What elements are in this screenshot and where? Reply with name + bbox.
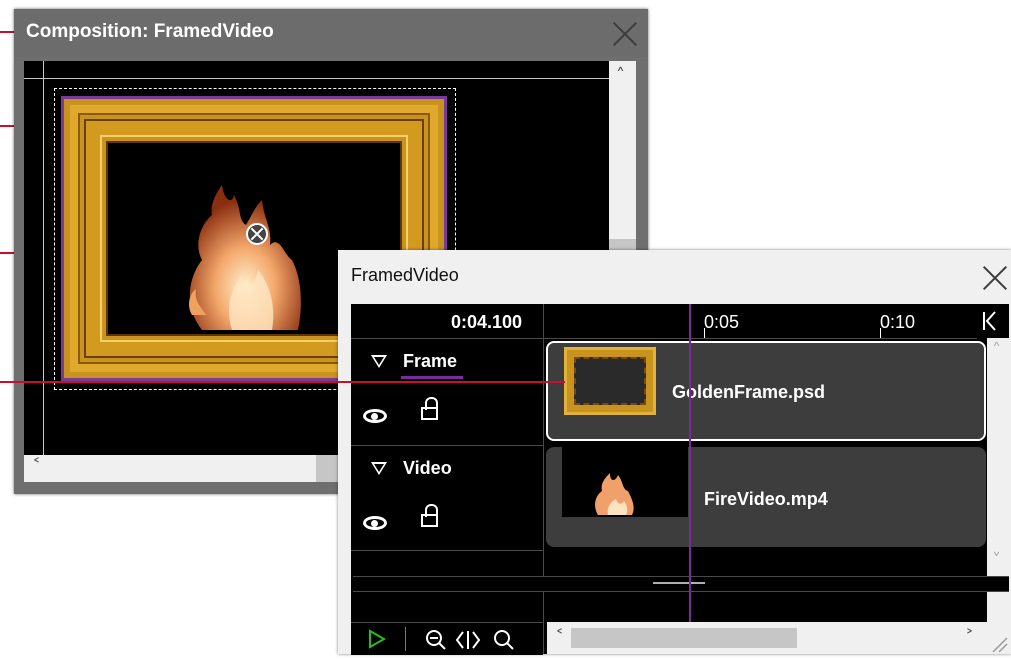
tracks-vertical-scrollbar[interactable]: ˄ ˅ [987,338,1009,578]
close-icon[interactable] [982,265,1008,291]
scroll-up-arrow-icon[interactable]: ˄ [616,67,625,85]
zoom-out-icon[interactable] [425,629,447,651]
fire-thumbnail [595,473,634,515]
go-to-start-button[interactable] [979,308,1005,334]
lock-icon[interactable] [421,504,438,527]
resize-grip[interactable] [987,622,1009,654]
bottom-toolbar [351,622,543,655]
scroll-right-arrow-icon[interactable]: ˃ [965,629,974,647]
timeline-window: FramedVideo 0:04.100 0:05 0:10 Frame Vid… [338,250,1011,655]
clip-goldenframe[interactable]: GoldenFrame.psd [546,341,986,441]
clip-thumbnail-frame [564,347,656,415]
scroll-left-arrow-icon[interactable]: ˂ [555,629,564,647]
layer-name-frame[interactable]: Frame [403,351,457,372]
go-to-start-icon [983,311,996,331]
triangle-down-icon[interactable] [371,355,387,368]
anchor-point-icon[interactable] [246,223,268,245]
resize-grip-icon [992,637,1008,653]
toolbar-separator [405,627,406,651]
callout-layer [0,381,565,383]
splitter-bar[interactable] [353,576,1009,592]
ruler-mark-5s: 0:05 [704,312,740,332]
layer-row-frame[interactable]: Frame [351,339,543,445]
timeline-title: FramedVideo [351,265,459,285]
clip-name-goldenframe: GoldenFrame.psd [672,382,826,402]
zoom-icon[interactable] [493,629,515,651]
scroll-down-arrow-icon[interactable]: ˅ [992,552,1001,570]
play-icon[interactable] [367,629,387,649]
timeline-body: 0:04.100 0:05 0:10 Frame Video GoldenFra… [351,304,1009,655]
time-ruler[interactable]: 0:05 0:10 [544,304,977,338]
clip-firevideo[interactable]: FireVideo.mp4 [546,447,986,547]
lock-icon[interactable] [421,397,438,420]
fit-icon[interactable] [455,629,481,651]
layer-row-video[interactable]: Video [351,446,543,550]
clip-name-firevideo: FireVideo.mp4 [704,489,828,509]
composition-titlebar[interactable]: Composition: FramedVideo [14,9,648,57]
eye-icon[interactable] [363,516,387,530]
eye-icon[interactable] [363,409,387,423]
timeline-horizontal-scrollbar[interactable]: ˂ ˃ [547,622,987,654]
guide-horizontal [24,78,609,79]
fire-video-layer[interactable] [172,165,322,335]
column-divider [543,592,544,654]
clip-thumbnail-fire [562,447,688,517]
selection-underline [401,376,463,379]
row-divider [351,550,543,551]
close-icon[interactable] [612,21,638,47]
scroll-thumb[interactable] [571,628,797,648]
guide-vertical [43,61,44,455]
scroll-left-arrow-icon[interactable]: ˂ [32,458,41,476]
current-time[interactable]: 0:04.100 [451,312,522,333]
layer-name-video[interactable]: Video [403,458,452,479]
composition-title: Composition: FramedVideo [26,21,274,42]
playhead[interactable] [689,304,691,622]
scroll-up-arrow-icon[interactable]: ˄ [992,342,1001,360]
triangle-down-icon[interactable] [371,462,387,475]
ruler-mark-10s: 0:10 [880,312,916,332]
